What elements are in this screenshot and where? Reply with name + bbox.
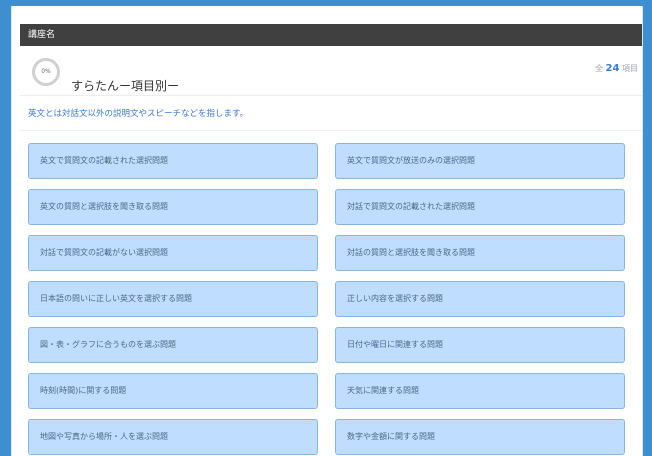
item-button[interactable]: 数字や金額に関する問題: [335, 419, 625, 455]
count-number: 24: [605, 63, 620, 74]
divider: [20, 130, 642, 131]
item-button[interactable]: 日付や曜日に関連する問題: [335, 327, 625, 363]
item-button[interactable]: 英文で質問文が放送のみの選択問題: [335, 143, 625, 179]
item-button[interactable]: 天気に関連する問題: [335, 373, 625, 409]
count-prefix: 全: [594, 64, 603, 73]
item-button[interactable]: 図・表・グラフに合うものを選ぶ問題: [28, 327, 318, 363]
count-suffix: 項目: [622, 64, 638, 73]
course-row[interactable]: 0% すらたんー項目別ー 全 24 項目: [20, 50, 642, 96]
item-button[interactable]: 日本語の問いに正しい英文を選択する問題: [28, 281, 318, 317]
item-button[interactable]: 正しい内容を選択する問題: [335, 281, 625, 317]
item-button[interactable]: 英文の質問と選択肢を聞き取る問題: [28, 189, 318, 225]
item-count: 全 24 項目: [595, 63, 638, 74]
item-button[interactable]: 時刻(時間)に関する問題: [28, 373, 318, 409]
course-panel: 講座名 0% すらたんー項目別ー 全 24 項目 英文とは対話文以外の説明文やス…: [11, 6, 643, 456]
item-button[interactable]: 対話で質問文の記載された選択問題: [335, 189, 625, 225]
item-button[interactable]: 英文で質問文の記載された選択問題: [28, 143, 318, 179]
course-title: すらたんー項目別ー: [71, 79, 180, 93]
section-header: 講座名: [20, 24, 642, 46]
course-description: 英文とは対話文以外の説明文やスピーチなどを指します。: [28, 109, 249, 119]
progress-ring-icon: 0%: [32, 58, 60, 86]
item-button[interactable]: 対話で質問文の記載がない選択問題: [28, 235, 318, 271]
item-button[interactable]: 対話の質問と選択肢を聞き取る問題: [335, 235, 625, 271]
item-grid: 英文で質問文の記載された選択問題 英文で質問文が放送のみの選択問題 英文の質問と…: [28, 143, 626, 455]
progress-label: 0%: [41, 68, 51, 75]
item-button[interactable]: 地図や写真から場所・人を選ぶ問題: [28, 419, 318, 455]
